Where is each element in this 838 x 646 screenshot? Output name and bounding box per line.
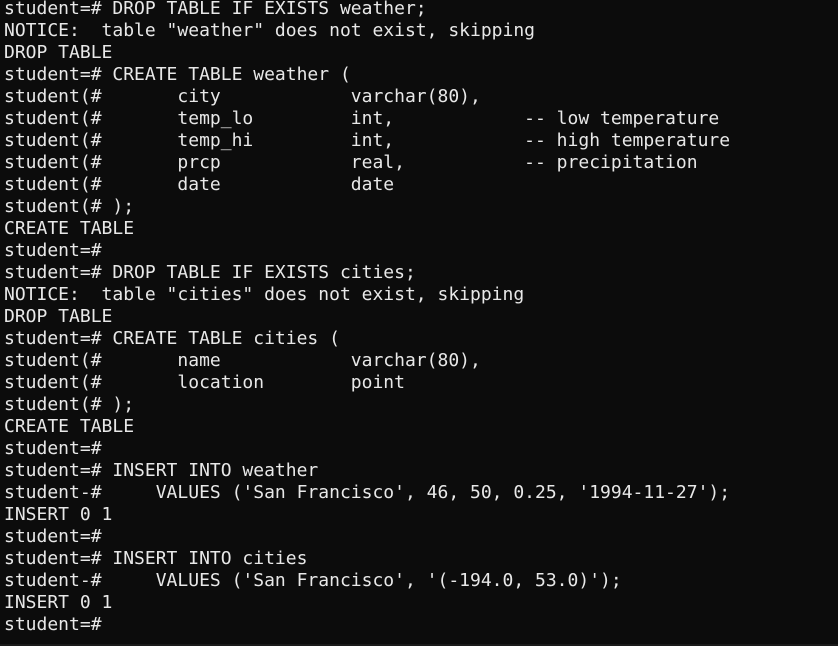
terminal-line: student(# ); bbox=[4, 394, 135, 415]
terminal-line: student=# bbox=[4, 526, 102, 547]
terminal-line: CREATE TABLE bbox=[4, 416, 135, 437]
terminal-line: student=# INSERT INTO cities bbox=[4, 548, 308, 569]
terminal-line: student(# date date bbox=[4, 174, 395, 195]
terminal-line: student=# DROP TABLE IF EXISTS weather; bbox=[4, 0, 427, 19]
terminal-line: INSERT 0 1 bbox=[4, 504, 113, 525]
terminal-line: student=# bbox=[4, 240, 102, 261]
terminal-window[interactable]: student=# DROP TABLE IF EXISTS weather; N… bbox=[0, 0, 838, 646]
terminal-line: student-# VALUES ('San Francisco', 46, 5… bbox=[4, 482, 731, 503]
terminal-line: student(# city varchar(80), bbox=[4, 86, 481, 107]
terminal-line: NOTICE: table "weather" does not exist, … bbox=[4, 20, 536, 41]
terminal-line: student(# temp_hi int, -- high temperatu… bbox=[4, 130, 731, 151]
terminal-output: student=# DROP TABLE IF EXISTS weather; N… bbox=[4, 0, 730, 636]
terminal-line: student(# prcp real, -- precipitation bbox=[4, 152, 698, 173]
terminal-line: student=# CREATE TABLE weather ( bbox=[4, 64, 351, 85]
terminal-line: student=# bbox=[4, 438, 102, 459]
terminal-line: DROP TABLE bbox=[4, 306, 113, 327]
terminal-line: student(# ); bbox=[4, 196, 135, 217]
terminal-line: NOTICE: table "cities" does not exist, s… bbox=[4, 284, 525, 305]
terminal-prompt-line[interactable]: student=# bbox=[4, 614, 730, 636]
terminal-line: INSERT 0 1 bbox=[4, 592, 113, 613]
terminal-line: student-# VALUES ('San Francisco', '(-19… bbox=[4, 570, 622, 591]
terminal-line: student=# INSERT INTO weather bbox=[4, 460, 319, 481]
terminal-line: student(# name varchar(80), bbox=[4, 350, 481, 371]
terminal-line: student=# CREATE TABLE cities ( bbox=[4, 328, 340, 349]
terminal-line: student(# temp_lo int, -- low temperatur… bbox=[4, 108, 720, 129]
terminal-line: student(# location point bbox=[4, 372, 405, 393]
terminal-line: student=# DROP TABLE IF EXISTS cities; bbox=[4, 262, 416, 283]
terminal-line: CREATE TABLE bbox=[4, 218, 135, 239]
terminal-line: DROP TABLE bbox=[4, 42, 113, 63]
